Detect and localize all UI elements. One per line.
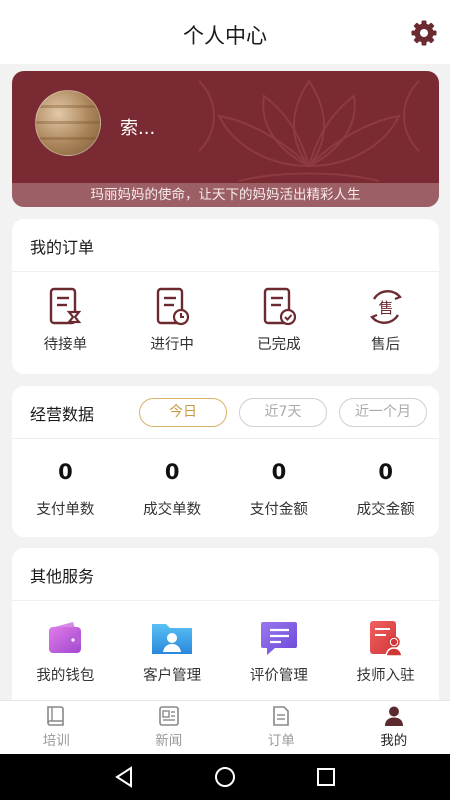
orders-card: 我的订单 待接单 进行中 已完成 售 售后 [12, 219, 439, 374]
wallet-icon [49, 622, 82, 653]
stat-label: 成交金额 [356, 502, 415, 518]
order-in-progress[interactable]: 进行中 [119, 287, 226, 354]
stat-paid-orders: 0 支付单数 [12, 460, 119, 519]
customer-folder-icon [152, 624, 193, 654]
tab-training[interactable]: 培训 [0, 701, 113, 754]
tab-news[interactable]: 新闻 [113, 701, 226, 754]
stat-value: 0 [271, 460, 287, 484]
bottom-tab-bar: 培训 新闻 订单 我的 [0, 700, 450, 754]
stat-deal-orders: 0 成交单数 [119, 460, 226, 519]
svg-text:售: 售 [378, 299, 393, 317]
order-completed[interactable]: 已完成 [226, 287, 333, 354]
tab-mine[interactable]: 我的 [338, 701, 450, 754]
service-reviews[interactable]: 评价管理 [226, 618, 333, 685]
services-card: 其他服务 我的钱包 客户管理 评价管理 技师入驻 [12, 548, 439, 700]
orders-title: 我的订单 [30, 238, 95, 257]
news-icon [158, 706, 179, 726]
service-technician-label: 技师入驻 [356, 668, 415, 684]
service-customers[interactable]: 客户管理 [119, 618, 226, 685]
technician-icon [369, 621, 403, 657]
order-after-sale[interactable]: 售 售后 [332, 287, 439, 354]
back-icon[interactable] [113, 766, 135, 788]
stat-deal-amount: 0 成交金额 [332, 460, 439, 519]
services-grid: 我的钱包 客户管理 评价管理 技师入驻 [12, 618, 439, 685]
order-pending-label: 待接单 [43, 337, 88, 353]
tab-mine-label: 我的 [380, 733, 408, 749]
business-title: 经营数据 [30, 405, 95, 424]
tab-news-label: 新闻 [155, 733, 183, 749]
gear-icon[interactable] [410, 19, 438, 47]
stat-value: 0 [378, 460, 393, 484]
slogan: 玛丽妈妈的使命，让天下的妈妈活出精彩人生 [12, 183, 439, 207]
orders-grid: 待接单 进行中 已完成 售 售后 [12, 287, 439, 354]
hourglass-list-icon [50, 287, 82, 325]
service-technician[interactable]: 技师入驻 [332, 618, 439, 685]
filter-7days[interactable]: 近7天 [239, 398, 327, 427]
document-icon [273, 706, 290, 726]
check-list-icon [263, 287, 296, 326]
business-header: 经营数据 今日 近7天 近一个月 [12, 386, 439, 439]
book-icon [47, 706, 65, 726]
filter-month[interactable]: 近一个月 [339, 398, 427, 427]
tab-orders-label: 订单 [267, 733, 295, 749]
tab-training-label: 培训 [42, 733, 70, 749]
order-after-sale-label: 售后 [371, 337, 401, 353]
stat-value: 0 [58, 460, 73, 484]
clock-list-icon [156, 287, 190, 326]
top-bar: 个人中心 [0, 0, 450, 64]
tab-orders[interactable]: 订单 [225, 701, 338, 754]
recents-icon[interactable] [315, 766, 337, 788]
stats-grid: 0 支付单数 0 成交单数 0 支付金额 0 成交金额 [12, 460, 439, 519]
service-customers-label: 客户管理 [143, 668, 202, 684]
service-wallet[interactable]: 我的钱包 [12, 618, 119, 685]
service-reviews-label: 评价管理 [249, 668, 308, 684]
stat-label: 支付单数 [36, 502, 95, 518]
order-pending[interactable]: 待接单 [12, 287, 119, 354]
comment-icon [260, 622, 297, 655]
business-card: 经营数据 今日 近7天 近一个月 0 支付单数 0 成交单数 0 支付金额 0 … [12, 386, 439, 537]
android-nav-bar [0, 754, 450, 800]
order-completed-label: 已完成 [257, 337, 301, 353]
user-icon [384, 706, 403, 726]
user-name: 索... [120, 118, 156, 139]
stat-label: 支付金额 [249, 502, 308, 518]
profile-banner[interactable]: 索... 玛丽妈妈的使命，让天下的妈妈活出精彩人生 [12, 71, 439, 207]
home-icon[interactable] [214, 766, 236, 788]
services-title: 其他服务 [30, 567, 95, 586]
period-filters: 今日 近7天 近一个月 [139, 398, 427, 427]
service-wallet-label: 我的钱包 [36, 668, 95, 684]
orders-header: 我的订单 [12, 219, 439, 272]
stat-label: 成交单数 [143, 502, 202, 518]
after-sale-icon: 售 [369, 290, 402, 324]
avatar[interactable] [35, 90, 101, 156]
filter-today[interactable]: 今日 [139, 398, 227, 427]
services-header: 其他服务 [12, 548, 439, 601]
stat-paid-amount: 0 支付金额 [226, 460, 333, 519]
page-title: 个人中心 [183, 24, 267, 48]
order-in-progress-label: 进行中 [150, 337, 194, 353]
stat-value: 0 [164, 460, 180, 484]
